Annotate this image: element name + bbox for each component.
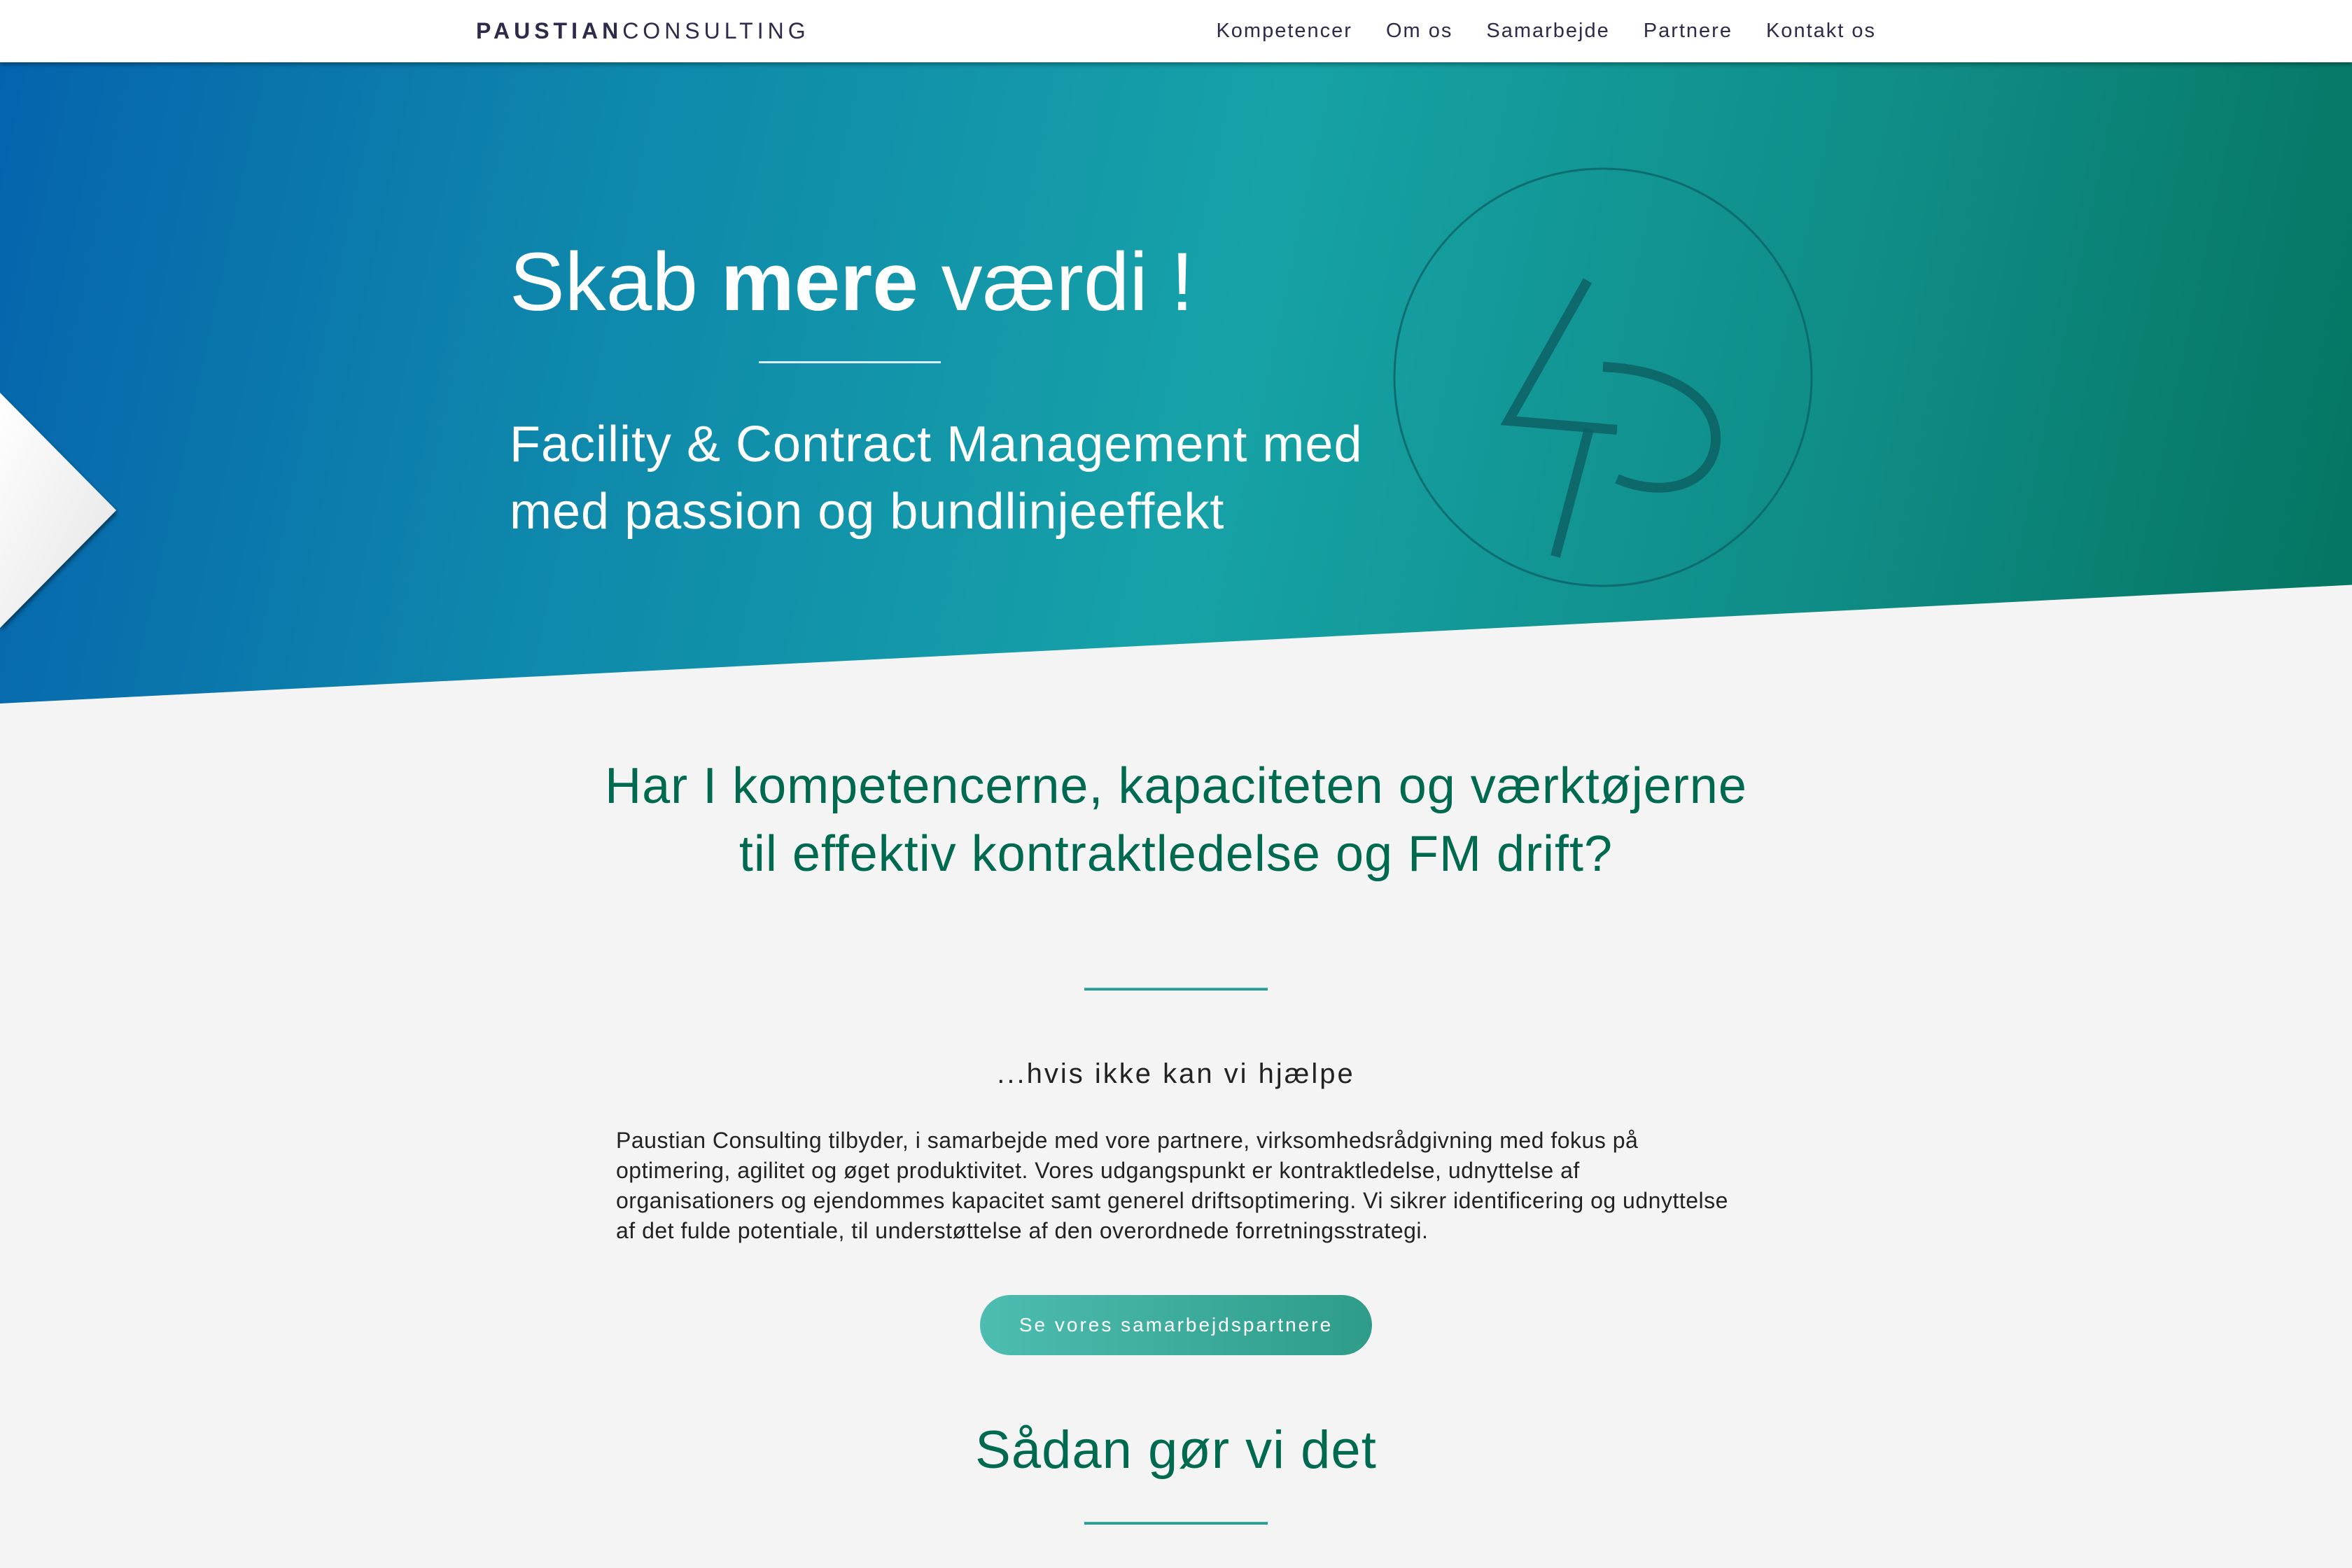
how-heading-divider xyxy=(1084,1522,1268,1525)
hero-title: Skab mere værdi ! xyxy=(510,237,1194,328)
nav-item-partnere[interactable]: Partnere xyxy=(1644,20,1732,43)
nav-item-om-os[interactable]: Om os xyxy=(1386,20,1452,43)
intro-paragraph: Paustian Consulting tilbyder, i samarbej… xyxy=(616,1128,1728,1243)
partners-cta-button[interactable]: Se vores samarbejdspartnere xyxy=(980,1295,1372,1355)
hero-divider xyxy=(759,361,941,363)
nav-item-kompetencer[interactable]: Kompetencer xyxy=(1216,20,1352,43)
how-heading: Sådan gør vi det xyxy=(975,1420,1377,1480)
intro-tagline: ...hvis ikke kan vi hjælpe xyxy=(997,1058,1355,1089)
hero-arrow-decoration xyxy=(0,393,116,628)
intro-heading: Har I kompetencerne, kapaciteten og værk… xyxy=(605,758,1747,882)
nav-item-samarbejde[interactable]: Samarbejde xyxy=(1486,20,1609,43)
brand-logo[interactable]: PAUSTIANCONSULTING xyxy=(476,18,810,44)
hero-banner: Skab mere værdi ! Facility & Contract Ma… xyxy=(0,62,2352,704)
brand-name-bold: PAUSTIAN xyxy=(476,18,623,43)
hero-subtitle-line1: Facility & Contract Management med xyxy=(510,416,1363,472)
hero-subtitle-line2: med passion og bundlinjeeffekt xyxy=(510,484,1225,540)
hero-title-post: værdi ! xyxy=(918,236,1194,328)
intro-heading-divider xyxy=(1084,988,1268,990)
lp-monogram-icon xyxy=(1393,167,1813,587)
hero-title-pre: Skab xyxy=(510,236,721,328)
hero-subtitle: Facility & Contract Management med med pa… xyxy=(510,411,1420,545)
hero-title-bold: mere xyxy=(720,236,918,328)
brand-name-light: CONSULTING xyxy=(622,18,810,43)
main-nav: Kompetencer Om os Samarbejde Partnere Ko… xyxy=(1216,20,1876,43)
top-navbar: PAUSTIANCONSULTING Kompetencer Om os Sam… xyxy=(0,0,2352,62)
nav-item-kontakt-os[interactable]: Kontakt os xyxy=(1766,20,1876,43)
